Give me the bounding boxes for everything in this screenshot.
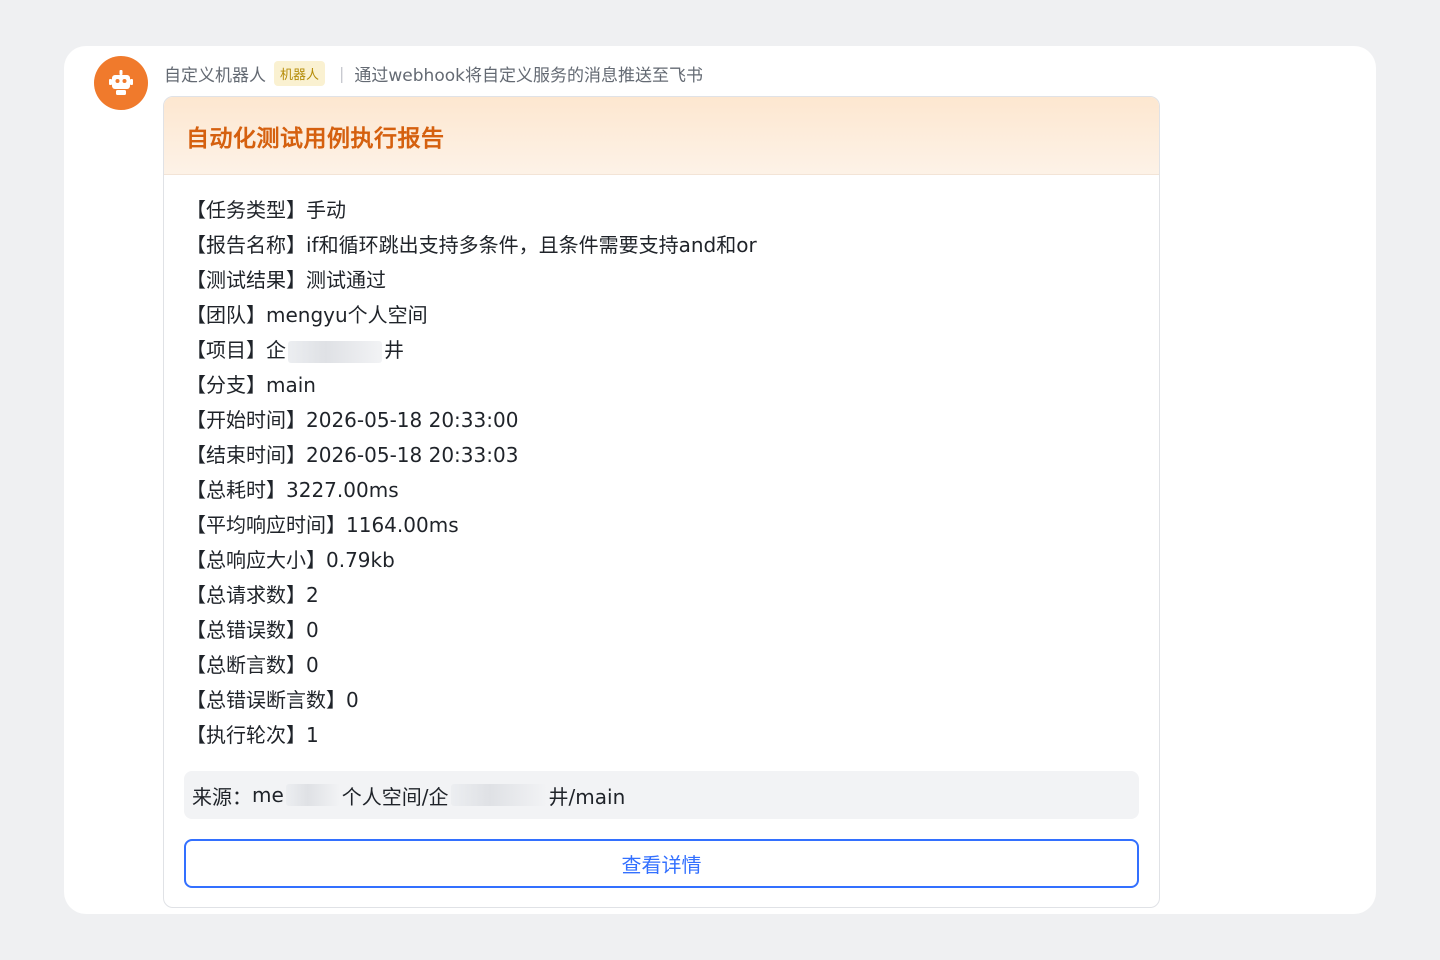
view-details-button[interactable]: 查看详情 [184, 839, 1139, 888]
sender-description: 通过webhook将自定义服务的消息推送至飞书 [354, 65, 703, 86]
robot-icon [109, 70, 133, 95]
redacted-block [450, 784, 547, 806]
field-avg-response-time: 【平均响应时间】1164.00ms [186, 513, 459, 537]
divider: | [339, 63, 345, 83]
source-path: 来源： me 个人空间/企 井/main [184, 771, 1139, 819]
field-execution-rounds: 【执行轮次】1 [186, 723, 319, 747]
field-project: 【项目】企井 [186, 338, 404, 363]
redacted-block [288, 340, 382, 363]
report-fields: 【任务类型】手动 【报告名称】if和循环跳出支持多条件，且条件需要支持and和o… [186, 193, 757, 753]
message-card: 自动化测试用例执行报告 【任务类型】手动 【报告名称】if和循环跳出支持多条件，… [163, 96, 1160, 908]
field-total-assertions: 【总断言数】0 [186, 653, 319, 677]
card-header: 自动化测试用例执行报告 [164, 97, 1159, 175]
field-task-type: 【任务类型】手动 [186, 198, 346, 222]
field-report-name: 【报告名称】if和循环跳出支持多条件，且条件需要支持and和or [186, 233, 757, 257]
field-total-duration: 【总耗时】3227.00ms [186, 478, 399, 502]
robot-avatar[interactable] [94, 56, 148, 110]
field-total-response-size: 【总响应大小】0.79kb [186, 548, 395, 572]
sender-name[interactable]: 自定义机器人 [164, 61, 266, 86]
source-label: 来源： [192, 784, 252, 809]
field-total-requests: 【总请求数】2 [186, 583, 319, 607]
field-total-failed-assertions: 【总错误断言数】0 [186, 688, 359, 712]
sender-row: 自定义机器人 机器人 | 通过webhook将自定义服务的消息推送至飞书 [164, 58, 703, 88]
field-test-result: 【测试结果】测试通过 [186, 268, 386, 292]
field-branch: 【分支】main [186, 373, 316, 397]
field-total-errors: 【总错误数】0 [186, 618, 319, 642]
field-start-time: 【开始时间】2026-05-18 20:33:00 [186, 408, 519, 432]
bot-badge: 机器人 [274, 60, 326, 86]
card-title: 自动化测试用例执行报告 [186, 125, 445, 152]
redacted-block [285, 784, 340, 806]
field-team: 【团队】mengyu个人空间 [186, 303, 428, 327]
field-end-time: 【结束时间】2026-05-18 20:33:03 [186, 443, 519, 467]
